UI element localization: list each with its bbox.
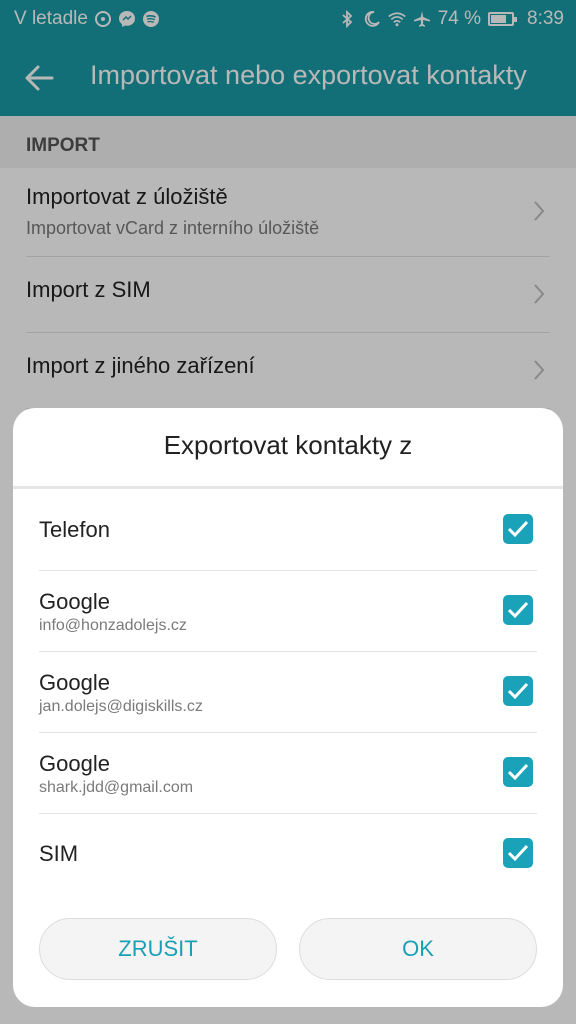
- checkbox-checked[interactable]: [503, 514, 533, 544]
- option-account: jan.dolejs@digiskills.cz: [39, 698, 203, 715]
- checkbox-checked[interactable]: [503, 838, 533, 868]
- export-option-sim[interactable]: SIM: [39, 813, 537, 894]
- checkbox-checked[interactable]: [503, 676, 533, 706]
- export-option-google-3[interactable]: Google shark.jdd@gmail.com: [39, 732, 537, 814]
- option-account: info@honzadolejs.cz: [39, 617, 187, 634]
- export-option-google-1[interactable]: Google info@honzadolejs.cz: [39, 570, 537, 652]
- checkmark-icon: [507, 844, 529, 862]
- option-name: Google: [39, 670, 110, 695]
- checkbox-checked[interactable]: [503, 757, 533, 787]
- option-account: shark.jdd@gmail.com: [39, 779, 194, 796]
- option-name: Telefon: [39, 517, 110, 542]
- ok-button[interactable]: OK: [299, 918, 537, 980]
- export-option-google-2[interactable]: Google jan.dolejs@digiskills.cz: [39, 651, 537, 733]
- export-contacts-dialog: Exportovat kontakty z Telefon Google inf…: [13, 408, 563, 1007]
- checkmark-icon: [507, 682, 529, 700]
- checkmark-icon: [507, 520, 529, 538]
- dialog-title: Exportovat kontakty z: [163, 430, 413, 460]
- option-name: Google: [39, 589, 110, 614]
- checkmark-icon: [507, 763, 529, 781]
- option-name: SIM: [39, 841, 79, 866]
- checkbox-checked[interactable]: [503, 595, 533, 625]
- cancel-button[interactable]: ZRUŠIT: [39, 918, 277, 980]
- option-name: Google: [39, 751, 110, 776]
- checkmark-icon: [507, 601, 529, 619]
- export-option-telefon[interactable]: Telefon: [39, 489, 537, 571]
